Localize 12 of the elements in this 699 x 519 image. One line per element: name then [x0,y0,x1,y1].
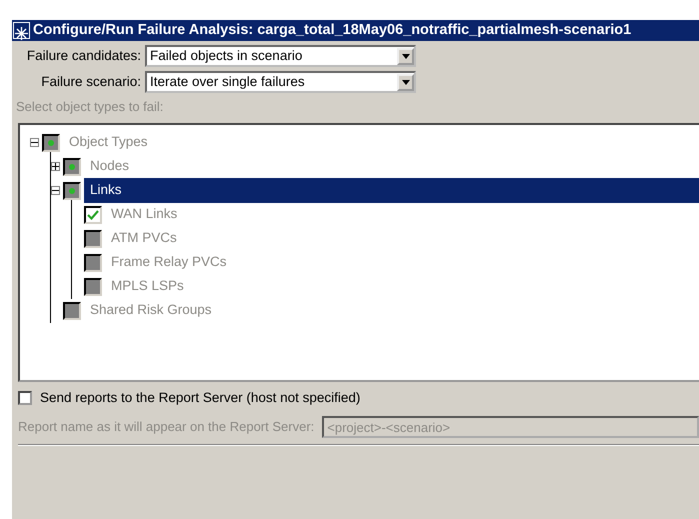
window-title: Configure/Run Failure Analysis: carga_total_18May06_notraffic_partialmesh-scenario1 [33,20,632,40]
dropdown[interactable]: Failed objects in scenario [145,45,416,67]
section-label: Select object types to fail: [16,98,164,116]
dropdown[interactable]: Iterate over single failures [145,71,416,93]
minus-icon [31,139,38,146]
field-label: Failure candidates: [26,46,142,65]
field-label: Report name as it will appear on the Report Server: [18,418,314,436]
dot-icon [69,164,75,170]
dot-icon [69,188,75,194]
dot-icon [48,140,54,146]
field-label: Failure scenario: [40,72,142,91]
checkmark-icon [87,210,99,220]
